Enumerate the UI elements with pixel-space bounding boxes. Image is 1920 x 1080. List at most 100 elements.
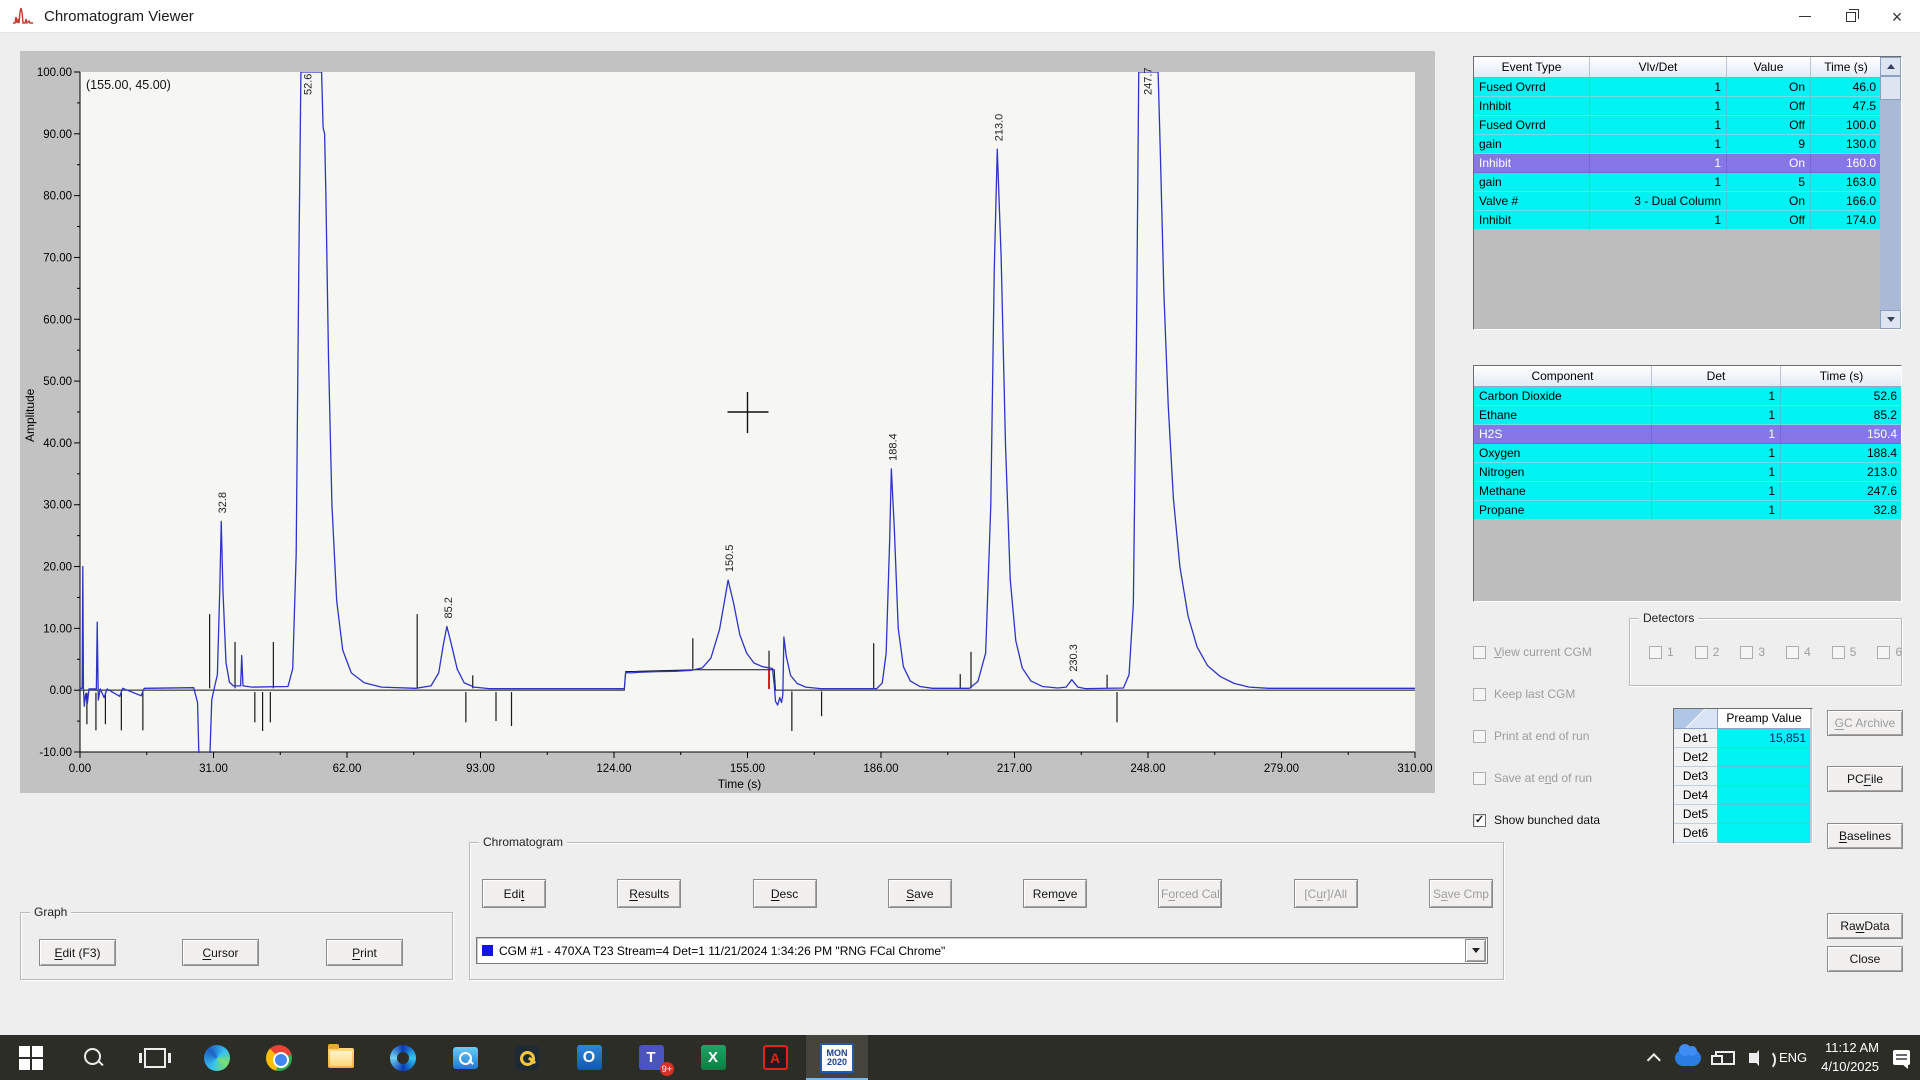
tray-expand-icon[interactable] xyxy=(1646,1052,1661,1067)
column-header[interactable]: Time (s) xyxy=(1781,366,1901,387)
table-row[interactable]: gain 1 5 163.0 xyxy=(1474,173,1882,192)
y-tick-label: 30.00 xyxy=(43,500,72,512)
preamp-row[interactable]: Det3 xyxy=(1674,767,1812,786)
taskbar-app-file-explorer[interactable] xyxy=(310,1035,372,1080)
task-view-button[interactable] xyxy=(124,1035,186,1080)
graph-print-button[interactable]: Print xyxy=(326,939,403,966)
taskbar-app-webex[interactable] xyxy=(372,1035,434,1080)
preamp-row[interactable]: Det5 xyxy=(1674,805,1812,824)
close-window-button[interactable]: × xyxy=(1874,0,1920,33)
save-cmp-button[interactable]: Sa ve Cmp xyxy=(1428,879,1493,908)
taskbar-app-excel[interactable]: X xyxy=(682,1035,744,1080)
table-row[interactable]: Ethane 1 85.2 xyxy=(1474,406,1901,425)
raw-data-button[interactable]: Ra w Data xyxy=(1827,913,1903,939)
preamp-row[interactable]: Det2 xyxy=(1674,748,1812,767)
taskbar-app-edge[interactable] xyxy=(186,1035,248,1080)
event-table-scrollbar[interactable] xyxy=(1880,57,1901,329)
option-checkbox[interactable]: Keep last CGM xyxy=(1473,687,1600,701)
event-table[interactable]: Event Type Vlv/Det Value Time (s) Fused Ovrr… xyxy=(1473,56,1902,330)
excel-icon: X xyxy=(700,1045,726,1070)
taskbar-app-teams[interactable]: T 9+ xyxy=(620,1035,682,1080)
dropdown-arrow-button[interactable] xyxy=(1465,939,1486,962)
detector-checkbox-2[interactable]: 2 xyxy=(1694,645,1719,659)
detector-checkbox-3[interactable]: 3 xyxy=(1740,645,1765,659)
option-checkbox[interactable]: Save at end of run xyxy=(1473,771,1600,785)
chromatogram-chart[interactable]: 100.00 90.00 80.00 70.00 60.00 50.00 40.00 30.0… xyxy=(20,51,1435,793)
detector-checkbox-5[interactable]: 5 xyxy=(1831,645,1856,659)
detector-checkbox-4[interactable]: 4 xyxy=(1786,645,1811,659)
table-cell: Off xyxy=(1727,97,1811,116)
cgm-dropdown[interactable]: CGM #1 - 470XA T23 Stream=4 Det=1 11/21/… xyxy=(476,937,1488,964)
preamp-table[interactable]: Preamp Value Det1 15,851 Det2 Det3 Det4 Det5 D… xyxy=(1673,708,1813,844)
baselines-button[interactable]: Baselines xyxy=(1827,823,1903,849)
scroll-down-button[interactable] xyxy=(1880,310,1901,329)
table-row[interactable]: Nitrogen 1 213.0 xyxy=(1474,463,1901,482)
taskbar-app-mon2020[interactable]: MON 2020 xyxy=(806,1035,868,1080)
table-row[interactable]: gain 1 9 130.0 xyxy=(1474,135,1882,154)
start-button[interactable] xyxy=(0,1035,62,1080)
graph-edit-button[interactable]: Edit (F3) xyxy=(39,939,116,966)
table-row[interactable]: H2S 1 150.4 xyxy=(1474,425,1901,444)
component-table[interactable]: Component Det Time (s) Carbon Dioxide 1 52.6 E… xyxy=(1473,365,1902,602)
detector-checkbox-1[interactable]: 1 xyxy=(1649,645,1674,659)
table-row[interactable]: Inhibit 1 Off 174.0 xyxy=(1474,211,1882,230)
preamp-value-cell xyxy=(1718,767,1810,786)
table-row[interactable]: Methane 1 247.6 xyxy=(1474,482,1901,501)
column-header[interactable]: Event Type xyxy=(1474,57,1590,78)
taskbar-search[interactable] xyxy=(62,1035,124,1080)
gc-archive-button[interactable]: GC Archive xyxy=(1827,710,1903,736)
option-checkbox[interactable]: View current CGM xyxy=(1473,645,1600,659)
graph-cursor-button[interactable]: Cursor xyxy=(182,939,259,966)
pc-file-button[interactable]: PC File xyxy=(1827,766,1903,792)
taskbar-app-acrobat[interactable]: A xyxy=(744,1035,806,1080)
table-cell: H2S xyxy=(1474,425,1652,444)
close-button[interactable]: Close xyxy=(1827,946,1903,972)
column-header[interactable]: Time (s) xyxy=(1811,57,1882,78)
preamp-row[interactable]: Det6 xyxy=(1674,824,1812,843)
table-row[interactable]: Fused Ovrrd 1 On 46.0 xyxy=(1474,78,1882,97)
option-checkbox[interactable]: ✓ Show bunched data xyxy=(1473,813,1600,827)
table-row[interactable]: Inhibit 1 Off 47.5 xyxy=(1474,97,1882,116)
remove-button[interactable]: Rem o ve xyxy=(1023,879,1088,908)
edit-button[interactable]: Edi t xyxy=(482,879,546,908)
x-tick-label: 124.00 xyxy=(596,763,631,775)
taskbar-app-magnifier[interactable] xyxy=(434,1035,496,1080)
save-button[interactable]: Save xyxy=(887,879,952,908)
onedrive-icon[interactable] xyxy=(1674,1043,1701,1066)
column-header[interactable]: Det xyxy=(1652,366,1781,387)
table-row[interactable]: Inhibit 1 On 160.0 xyxy=(1474,154,1882,173)
detector-checkbox-6[interactable]: 6 xyxy=(1877,645,1902,659)
restore-button[interactable] xyxy=(1828,0,1874,33)
scroll-up-button[interactable] xyxy=(1880,57,1901,76)
column-header[interactable]: Component xyxy=(1474,366,1652,387)
desktop-screen: Chromatogram Viewer × 100.00 90.00 80.00 70… xyxy=(0,0,1920,1080)
preamp-row[interactable]: Det4 xyxy=(1674,786,1812,805)
cur-all-button[interactable]: [C u r]/All xyxy=(1293,879,1358,908)
language-indicator[interactable]: ENG xyxy=(1779,1050,1807,1065)
taskbar-app-chrome[interactable] xyxy=(248,1035,310,1080)
table-cell: 188.4 xyxy=(1781,444,1901,463)
results-button[interactable]: Results xyxy=(617,879,682,908)
notification-center-icon[interactable] xyxy=(1893,1050,1910,1069)
option-checkbox[interactable]: Print at end of run xyxy=(1473,729,1600,743)
minimize-button[interactable] xyxy=(1782,0,1828,33)
table-row[interactable]: Fused Ovrrd 1 Off 100.0 xyxy=(1474,116,1882,135)
preamp-row[interactable]: Det1 15,851 xyxy=(1674,729,1812,748)
desc-button[interactable]: Desc xyxy=(752,879,817,908)
x-tick-label: 93.00 xyxy=(466,763,495,775)
table-row[interactable]: Oxygen 1 188.4 xyxy=(1474,444,1901,463)
table-cell: 1 xyxy=(1652,425,1781,444)
table-row[interactable]: Carbon Dioxide 1 52.6 xyxy=(1474,387,1901,406)
x-tick-label: 155.00 xyxy=(730,763,765,775)
column-header[interactable]: Value xyxy=(1727,57,1811,78)
taskbar-clock[interactable]: 11:12 AM 4/10/2025 xyxy=(1821,1039,1879,1077)
network-icon[interactable] xyxy=(1710,1050,1735,1065)
scrollbar-thumb[interactable] xyxy=(1880,76,1901,100)
taskbar-app-keepass[interactable] xyxy=(496,1035,558,1080)
column-header[interactable]: Vlv/Det xyxy=(1590,57,1727,78)
table-row[interactable]: Propane 1 32.8 xyxy=(1474,501,1901,520)
forced-cal-button[interactable]: Fo rced Cal xyxy=(1158,879,1223,908)
taskbar-app-outlook[interactable]: O xyxy=(558,1035,620,1080)
table-row[interactable]: Valve #3 - Dual Column On 166.0 xyxy=(1474,192,1882,211)
volume-icon[interactable] xyxy=(1748,1049,1776,1070)
